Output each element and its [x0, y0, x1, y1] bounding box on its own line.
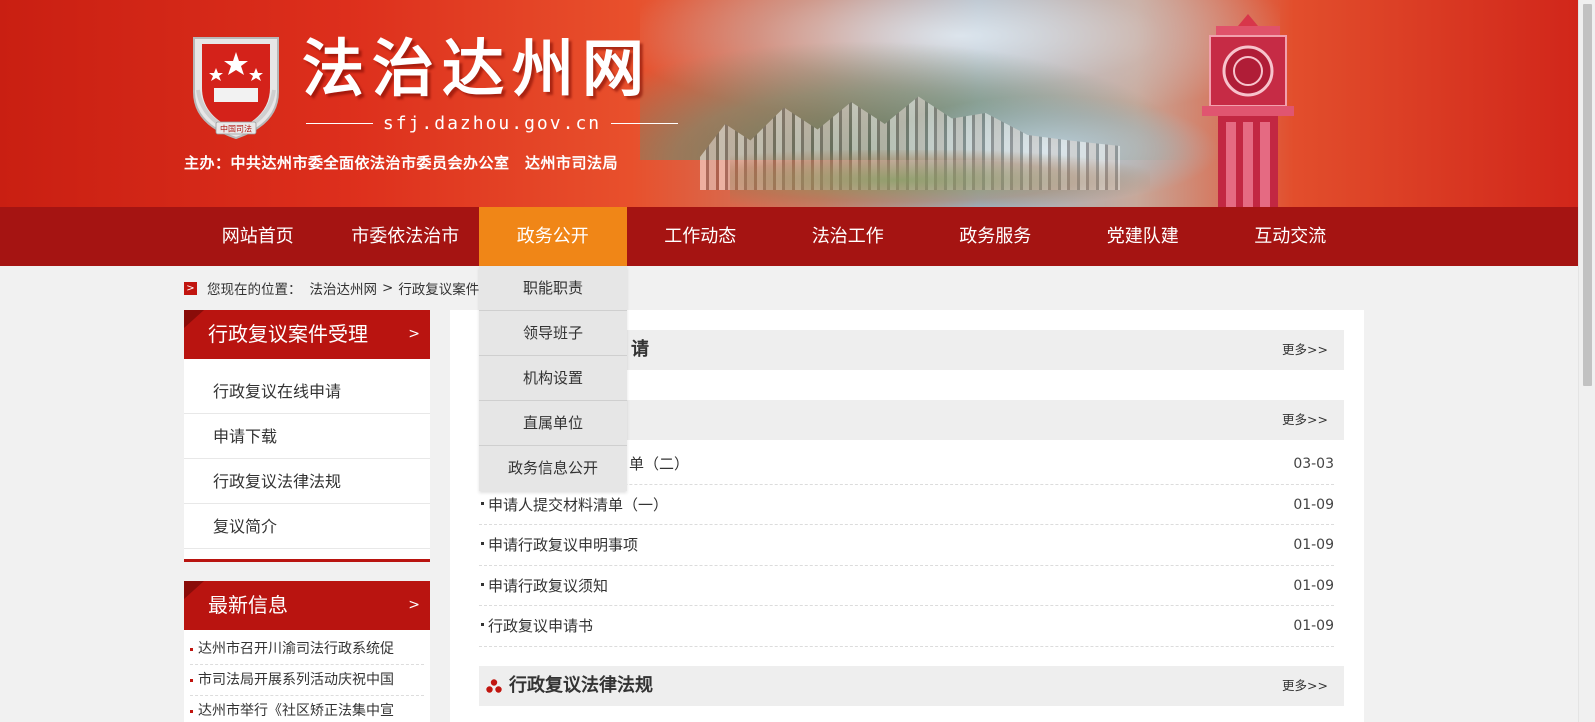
- domain-rule-left: [306, 122, 373, 124]
- list-item-title: 申请行政复议须知: [480, 566, 608, 606]
- section-title-online-application[interactable]: 请: [631, 330, 649, 370]
- sponsor-text: 主办：中共达州市委全面依法治市委员会办公室 达州市司法局: [184, 154, 619, 172]
- sidebar-title-arrow-icon: >: [408, 326, 420, 342]
- dropdown-item-organization[interactable]: 机构设置: [479, 356, 627, 401]
- latest-info-item[interactable]: 市司法局开展系列活动庆祝中国: [190, 665, 424, 696]
- list-item[interactable]: 申请行政复议申明事项 01-09: [479, 525, 1334, 566]
- header-banner: 中国司法 法治达州网 sfj.dazhou.gov.cn 主办：中共达州市委全面…: [0, 0, 1578, 207]
- sidebar-category-box: 行政复议案件受理 > 行政复议在线申请 申请下载 行政复议法律法规 复议简介: [184, 310, 430, 562]
- svg-text:中国司法: 中国司法: [220, 124, 252, 134]
- list-item-date: 01-09: [1293, 537, 1334, 553]
- latest-info-item[interactable]: 达州市召开川渝司法行政系统促: [190, 634, 424, 665]
- dropdown-item-info-disclosure[interactable]: 政务信息公开: [479, 446, 627, 491]
- nav-item-government-services[interactable]: 政务服务: [922, 207, 1070, 266]
- nav-dropdown-government-affairs: 职能职责 领导班子 机构设置 直属单位 政务信息公开: [479, 266, 627, 491]
- latest-info-title[interactable]: 最新信息 >: [184, 581, 430, 630]
- section-bullet-icon: [486, 679, 502, 693]
- list-item-date: 03-03: [1293, 456, 1334, 472]
- nav-item-interaction[interactable]: 互动交流: [1217, 207, 1365, 266]
- dropdown-item-affiliated-units[interactable]: 直属单位: [479, 401, 627, 446]
- section-title-laws-regulations[interactable]: 行政复议法律法规: [509, 666, 653, 706]
- nav-item-party-building[interactable]: 党建队建: [1069, 207, 1217, 266]
- breadcrumb-link-current[interactable]: 行政复议案件: [398, 278, 479, 298]
- nav-item-work-news[interactable]: 工作动态: [627, 207, 775, 266]
- breadcrumb-arrow-icon: >: [184, 281, 197, 295]
- section-header-laws-regulations: 行政复议法律法规 更多>>: [479, 666, 1344, 706]
- list-item-date: 01-09: [1293, 618, 1334, 634]
- latest-info-list: 达州市召开川渝司法行政系统促 市司法局开展系列活动庆祝中国 达州市举行《社区矫正…: [184, 630, 430, 722]
- list-item-title: 单（二）: [621, 444, 689, 484]
- sidebar-item-online-application[interactable]: 行政复议在线申请: [184, 369, 430, 414]
- dropdown-item-leadership[interactable]: 领导班子: [479, 311, 627, 356]
- nav-item-government-affairs[interactable]: 政务公开: [479, 207, 627, 266]
- dropdown-item-duties[interactable]: 职能职责: [479, 266, 627, 311]
- main-nav: 网站首页 市委依法治市 政务公开 工作动态 法治工作 政务服务 党建队建 互动交…: [0, 207, 1578, 266]
- nav-item-legal-work[interactable]: 法治工作: [774, 207, 922, 266]
- latest-info-arrow-icon: >: [408, 597, 420, 613]
- nav-item-rule-of-law-city[interactable]: 市委依法治市: [332, 207, 480, 266]
- nav-item-home[interactable]: 网站首页: [184, 207, 332, 266]
- sidebar-item-introduction[interactable]: 复议简介: [184, 504, 430, 549]
- site-domain-row: sfj.dazhou.gov.cn: [306, 110, 679, 136]
- latest-info-box: 最新信息 > 达州市召开川渝司法行政系统促 市司法局开展系列活动庆祝中国 达州市…: [184, 581, 430, 722]
- banner-riverbank: [730, 150, 1150, 207]
- sidebar-title[interactable]: 行政复议案件受理 >: [184, 310, 430, 359]
- list-item[interactable]: 行政复议申请书 01-09: [479, 606, 1334, 647]
- section-more-link[interactable]: 更多>>: [1282, 330, 1328, 370]
- sidebar-item-application-download[interactable]: 申请下载: [184, 414, 430, 459]
- page-scrollbar[interactable]: [1578, 0, 1595, 722]
- sidebar-item-laws-regulations[interactable]: 行政复议法律法规: [184, 459, 430, 504]
- section-more-link[interactable]: 更多>>: [1282, 400, 1328, 440]
- breadcrumb-prefix: 您现在的位置：: [207, 282, 302, 298]
- site-domain: sfj.dazhou.gov.cn: [382, 112, 602, 134]
- list-item-title: 申请行政复议申明事项: [480, 525, 638, 565]
- sidebar-title-text: 行政复议案件受理: [208, 322, 368, 346]
- list-item-date: 01-09: [1293, 496, 1334, 513]
- sidebar-bottom-rule: [184, 559, 430, 562]
- breadcrumb-link-home[interactable]: 法治达州网: [310, 278, 378, 298]
- list-item-date: 01-09: [1293, 577, 1334, 594]
- clock-tower-illustration: [1202, 14, 1294, 207]
- domain-rule-right: [611, 122, 679, 124]
- judicial-emblem-logo: 中国司法: [193, 37, 279, 140]
- sidebar-list: 行政复议在线申请 申请下载 行政复议法律法规 复议简介: [184, 359, 430, 549]
- site-title: 法治达州网: [302, 32, 653, 105]
- list-item-title: 行政复议申请书: [480, 606, 593, 646]
- scrollbar-thumb[interactable]: [1583, 4, 1592, 386]
- section-more-link[interactable]: 更多>>: [1282, 666, 1328, 706]
- breadcrumb-separator: >: [382, 280, 394, 296]
- breadcrumb: > 您现在的位置： 法治达州网 > 行政复议案件: [184, 278, 479, 298]
- latest-info-item[interactable]: 达州市举行《社区矫正法集中宣: [190, 696, 424, 722]
- latest-info-title-text: 最新信息: [208, 593, 288, 617]
- list-item[interactable]: 申请行政复议须知 01-09: [479, 566, 1334, 606]
